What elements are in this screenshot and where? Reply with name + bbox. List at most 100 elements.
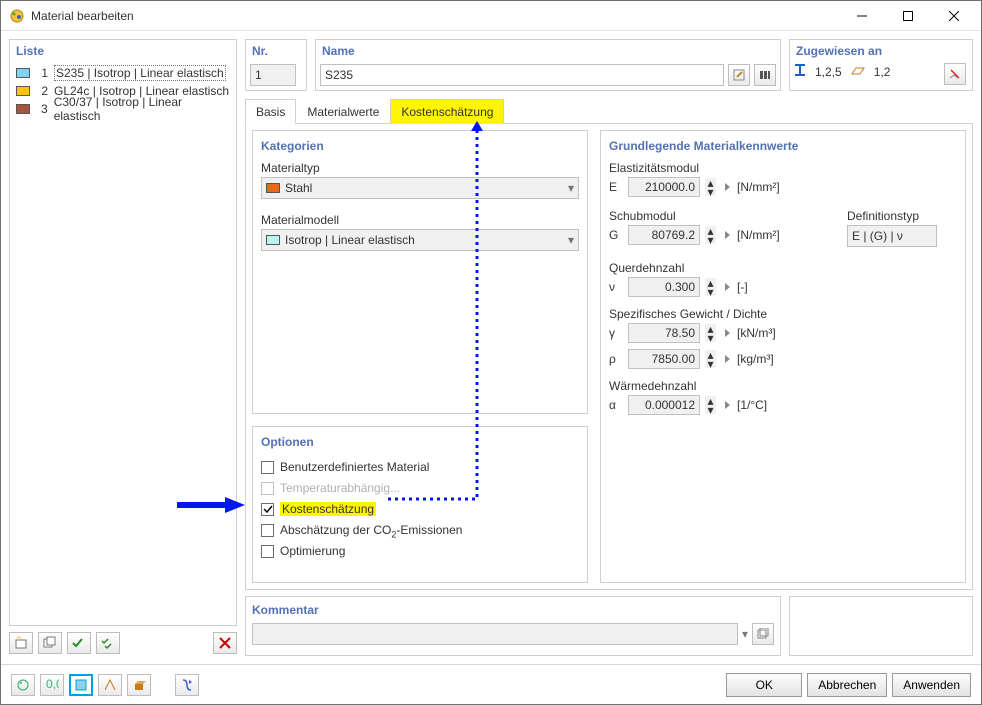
- checkbox-icon: [261, 461, 274, 474]
- script-button[interactable]: [175, 674, 199, 696]
- assigned-members: 1,2,5: [811, 65, 846, 79]
- side-panel: [789, 596, 973, 656]
- close-button[interactable]: [931, 1, 977, 30]
- spinner[interactable]: ▴▾: [705, 350, 716, 368]
- poisson-label: Querdehnzahl: [609, 261, 957, 275]
- comment-input[interactable]: [252, 623, 738, 645]
- ok-button[interactable]: OK: [726, 673, 802, 697]
- chevron-down-icon: ▾: [568, 233, 574, 247]
- deftype-value[interactable]: E | (G) | ν: [847, 225, 937, 247]
- list-item-num: 1: [36, 66, 48, 80]
- emod-input[interactable]: 210000.0: [628, 177, 700, 197]
- view-solid-button[interactable]: [127, 674, 151, 696]
- checkbox-temperature: Temperaturabhängig...: [261, 478, 579, 498]
- materialtyp-label: Materialtyp: [261, 161, 579, 175]
- expand-icon[interactable]: [725, 355, 730, 363]
- emod-symbol: E: [609, 180, 623, 194]
- expand-icon[interactable]: [725, 329, 730, 337]
- alpha-input[interactable]: 0.000012: [628, 395, 700, 415]
- cancel-button[interactable]: Abbrechen: [807, 673, 887, 697]
- color-swatch: [16, 104, 30, 114]
- app-icon: [9, 8, 25, 24]
- expand-icon[interactable]: [725, 183, 730, 191]
- view-model-button[interactable]: [69, 674, 93, 696]
- list-toolbar: [9, 630, 237, 656]
- color-swatch: [266, 183, 280, 193]
- name-label: Name: [322, 44, 776, 58]
- emod-label: Elastizitätsmodul: [609, 161, 957, 175]
- poisson-input[interactable]: 0.300: [628, 277, 700, 297]
- chevron-down-icon[interactable]: ▾: [742, 627, 748, 641]
- checkbox-icon: [261, 524, 274, 537]
- spinner[interactable]: ▴▾: [705, 396, 716, 414]
- color-swatch: [266, 235, 280, 245]
- categories-panel: Kategorien Materialtyp Stahl ▾ Materialm…: [252, 130, 588, 414]
- new-item-button[interactable]: [9, 632, 33, 654]
- library-button[interactable]: [754, 64, 776, 86]
- tab-bar: Basis Materialwerte Kostenschätzung: [245, 99, 973, 124]
- list-item-label: C30/37 | Isotrop | Linear elastisch: [54, 95, 230, 123]
- dialog-window: Material bearbeiten Liste 1 S235 | Isotr…: [0, 0, 982, 705]
- chevron-down-icon: ▾: [568, 181, 574, 195]
- alpha-unit: [1/°C]: [737, 398, 767, 412]
- list-panel: Liste 1 S235 | Isotrop | Linear elastisc…: [9, 39, 237, 626]
- spinner[interactable]: ▴▾: [705, 178, 716, 196]
- alpha-symbol: α: [609, 398, 623, 412]
- checkbox-user-material[interactable]: Benutzerdefiniertes Material: [261, 457, 579, 477]
- view-wire-button[interactable]: [98, 674, 122, 696]
- rho-symbol: ρ: [609, 352, 623, 366]
- weight-label: Spezifisches Gewicht / Dichte: [609, 307, 957, 321]
- nr-input[interactable]: 1: [250, 64, 296, 86]
- checkbox-icon: [261, 545, 274, 558]
- list-item[interactable]: 1 S235 | Isotrop | Linear elastisch: [14, 64, 232, 82]
- checkbox-icon: [261, 482, 274, 495]
- checkbox-cost-estimation[interactable]: Kostenschätzung: [261, 499, 579, 519]
- comment-title: Kommentar: [252, 603, 774, 617]
- plate-icon: [851, 65, 865, 79]
- assigned-label: Zugewiesen an: [796, 44, 968, 58]
- expand-icon[interactable]: [725, 283, 730, 291]
- poisson-symbol: ν: [609, 280, 623, 294]
- maximize-button[interactable]: [885, 1, 931, 30]
- list-title: Liste: [16, 44, 232, 58]
- help-button[interactable]: [11, 674, 35, 696]
- materialmodell-dropdown[interactable]: Isotrop | Linear elastisch ▾: [261, 229, 579, 251]
- clear-assignment-button[interactable]: [944, 63, 966, 85]
- edit-name-button[interactable]: [728, 64, 750, 86]
- tab-kostenschaetzung[interactable]: Kostenschätzung: [390, 99, 504, 124]
- check-single-button[interactable]: [67, 632, 91, 654]
- tab-body: Kategorien Materialtyp Stahl ▾ Materialm…: [245, 124, 973, 590]
- spinner[interactable]: ▴▾: [705, 278, 716, 296]
- comment-library-button[interactable]: [752, 623, 774, 645]
- checkbox-icon: [261, 503, 274, 516]
- tab-basis[interactable]: Basis: [245, 99, 296, 124]
- spinner[interactable]: ▴▾: [705, 226, 716, 244]
- check-all-button[interactable]: [96, 632, 120, 654]
- expand-icon[interactable]: [725, 231, 730, 239]
- gmod-input[interactable]: 80769.2: [628, 225, 700, 245]
- properties-panel: Grundlegende Materialkennwerte Elastizit…: [600, 130, 966, 583]
- checkbox-co2[interactable]: Abschätzung der CO2-Emissionen: [261, 520, 579, 540]
- minimize-button[interactable]: [839, 1, 885, 30]
- expand-icon[interactable]: [725, 401, 730, 409]
- rho-input[interactable]: 7850.00: [628, 349, 700, 369]
- color-swatch: [16, 68, 30, 78]
- options-title: Optionen: [261, 435, 579, 449]
- rho-unit: [kg/m³]: [737, 352, 774, 366]
- apply-button[interactable]: Anwenden: [892, 673, 971, 697]
- units-button[interactable]: 0,00: [40, 674, 64, 696]
- list-item[interactable]: 3 C30/37 | Isotrop | Linear elastisch: [14, 100, 232, 118]
- materialtyp-dropdown[interactable]: Stahl ▾: [261, 177, 579, 199]
- tab-materialwerte[interactable]: Materialwerte: [296, 99, 390, 124]
- checkbox-optimization[interactable]: Optimierung: [261, 541, 579, 561]
- spinner[interactable]: ▴▾: [705, 324, 716, 342]
- copy-item-button[interactable]: [38, 632, 62, 654]
- annotation-arrow: [177, 495, 247, 515]
- gamma-unit: [kN/m³]: [737, 326, 776, 340]
- poisson-unit: [-]: [737, 280, 748, 294]
- gamma-input[interactable]: 78.50: [628, 323, 700, 343]
- delete-item-button[interactable]: [213, 632, 237, 654]
- dialog-footer: 0,00 OK Abbrechen Anwenden: [1, 664, 981, 704]
- color-swatch: [16, 86, 30, 96]
- name-input[interactable]: S235: [320, 64, 724, 86]
